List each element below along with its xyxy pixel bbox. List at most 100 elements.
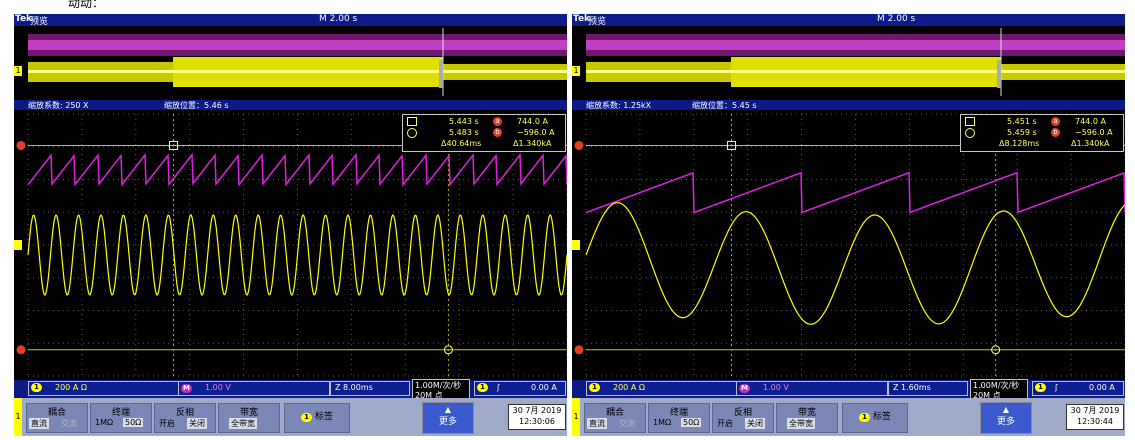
cursor-square-icon [407,117,417,126]
trigger-source-icon: 1 [477,383,488,392]
label-button[interactable]: 1 标签 [842,403,908,433]
zoom-scale: Z 8.00ms [335,383,373,392]
delta-value: Δ1.340kA [513,139,552,148]
invert-title: 反相 [175,408,194,418]
cursor1-value: 744.0 A [1075,117,1106,126]
ch1-menu-tab[interactable]: 1 [572,398,580,436]
termination-title: 终端 [669,408,688,418]
math-scale: 1.00 V [763,383,789,392]
cursor2-time: 5.483 s [449,128,479,137]
oscilloscope-screenshot-left: Tek 预览 M 2.00 s 1 缩放系数: 250 X 缩放位置：5.46 … [14,14,568,436]
datetime-box: 30 7月 2019 12:30:44 [1066,404,1124,430]
ref-a-icon: a [493,117,502,126]
label-ch1-icon: 1 [859,413,871,422]
status-bar: 1 200 A Ω M 1.00 V Z 1.60ms 1.00M/次/秒 20… [572,379,1125,401]
scope-header: Tek 预览 M 2.00 s [572,14,1125,27]
trigger-slope-icon: ʃ [497,383,500,392]
scope-header: Tek 预览 M 2.00 s [14,14,567,27]
bandwidth-value: 全带宽 [787,418,815,429]
zoom-scale: Z 1.60ms [893,383,931,392]
coupling-dc-option[interactable]: 直流 [29,418,49,429]
status-bar: 1 200 A Ω M 1.00 V Z 8.00ms 1.00M/次/秒 20… [14,379,567,401]
overview-waveform[interactable]: 1 [572,26,1125,100]
coupling-title: 耦合 [47,408,66,418]
datetime-box: 30 7月 2019 12:30:06 [508,404,566,430]
trigger-box[interactable]: 1 ʃ 0.00 A [1032,381,1124,396]
trigger-level: 0.00 A [1089,383,1115,392]
cursor1-time: 5.451 s [1007,117,1037,126]
zoom-scale-box[interactable]: Z 1.60ms [888,381,968,396]
coupling-button[interactable]: 耦合 直流 交流 [584,403,646,433]
termination-1m-option[interactable]: 1MΩ [651,418,673,427]
termination-50-option[interactable]: 50Ω [123,418,144,427]
cursor-circle-icon [965,128,975,138]
math-scale-box[interactable]: M 1.00 V [736,381,888,396]
zoom-waveform-display[interactable]: 5.451 s a 744.0 A 5.459 s b −596.0 A Δ8.… [572,110,1126,380]
termination-button[interactable]: 终端 1MΩ 50Ω [90,403,152,433]
timebase-readout: M 2.00 s [877,14,916,24]
zoom-info-bar: 缩放系数: 1.25kX 缩放位置：5.45 s [572,100,1125,110]
invert-button[interactable]: 反相 开启 关闭 [712,403,774,433]
up-arrow-icon: ▲ [1002,405,1010,414]
coupling-ac-option[interactable]: 交流 [59,418,79,429]
termination-50-option[interactable]: 50Ω [681,418,702,427]
more-button[interactable]: ▲ 更多 [422,402,474,434]
bottom-menu: 1 耦合 直流 交流 终端 1MΩ 50Ω 反相 开启 关闭 带宽 全带宽 1 … [14,398,567,436]
bottom-menu: 1 耦合 直流 交流 终端 1MΩ 50Ω 反相 开启 关闭 带宽 全带宽 1 … [572,398,1125,436]
label-text: 标签 [872,412,891,422]
termination-1m-option[interactable]: 1MΩ [93,418,115,427]
ch1-overview-marker: 1 [572,66,580,76]
cursor2-value: −596.0 A [517,128,555,137]
zoom-waveform-display[interactable]: 5.443 s a 744.0 A 5.483 s b −596.0 A Δ40… [14,110,568,380]
ref-b-icon: b [493,128,502,137]
trigger-level: 0.00 A [531,383,557,392]
cursor1-time: 5.443 s [449,117,479,126]
ch1-scale: 200 A Ω [613,383,645,392]
cursor2-time: 5.459 s [1007,128,1037,137]
timebase-readout: M 2.00 s [319,14,358,24]
invert-off-option[interactable]: 关闭 [187,418,207,429]
ref-b-side-marker [574,345,584,355]
invert-off-option[interactable]: 关闭 [745,418,765,429]
ch1-scale-box[interactable]: 1 200 A Ω [28,381,180,396]
cursor-readout: 5.443 s a 744.0 A 5.483 s b −596.0 A Δ40… [402,114,566,152]
overview-waveform[interactable]: 1 [14,26,567,100]
delta-time: Δ8.128ms [999,139,1040,148]
more-button[interactable]: ▲ 更多 [980,402,1032,434]
ch1-side-marker [572,240,580,250]
more-label: 更多 [996,417,1015,427]
overview-svg [586,28,1125,96]
label-text: 标签 [314,412,333,422]
invert-title: 反相 [733,408,752,418]
invert-on-option[interactable]: 开启 [157,418,177,429]
coupling-ac-option[interactable]: 交流 [617,418,637,429]
cursor1-value: 744.0 A [517,117,548,126]
coupling-dc-option[interactable]: 直流 [587,418,607,429]
ch1-waveform [27,213,568,297]
bandwidth-value: 全带宽 [229,418,257,429]
ref-a-side-marker [574,140,584,150]
ref-a-icon: a [1051,117,1060,126]
bandwidth-button[interactable]: 带宽 全带宽 [218,403,280,433]
ch1-menu-tab[interactable]: 1 [14,398,22,436]
trigger-box[interactable]: 1 ʃ 0.00 A [474,381,566,396]
termination-button[interactable]: 终端 1MΩ 50Ω [648,403,710,433]
invert-button[interactable]: 反相 开启 关闭 [154,403,216,433]
cursor-readout: 5.451 s a 744.0 A 5.459 s b −596.0 A Δ8.… [960,114,1124,152]
math-scale: 1.00 V [205,383,231,392]
label-button[interactable]: 1 标签 [284,403,350,433]
invert-on-option[interactable]: 开启 [715,418,735,429]
bandwidth-title: 带宽 [797,408,816,418]
math-scale-box[interactable]: M 1.00 V [178,381,330,396]
bandwidth-button[interactable]: 带宽 全带宽 [776,403,838,433]
delta-value: Δ1.340kA [1071,139,1110,148]
ch1-scale-box[interactable]: 1 200 A Ω [586,381,738,396]
top-note: 动动： [68,0,105,10]
math-waveform [585,171,1126,214]
coupling-button[interactable]: 耦合 直流 交流 [26,403,88,433]
oscilloscope-screenshot-right: Tek 预览 M 2.00 s 1 缩放系数: 1.25kX 缩放位置：5.45… [572,14,1126,436]
delta-time: Δ40.64ms [441,139,482,148]
more-label: 更多 [438,417,457,427]
time-readout: 12:30:44 [1077,417,1113,426]
zoom-scale-box[interactable]: Z 8.00ms [330,381,410,396]
